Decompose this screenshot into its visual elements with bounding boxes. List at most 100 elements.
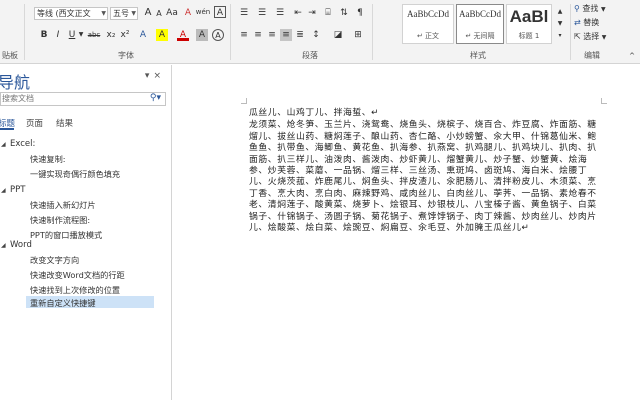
nav-pane-controls: ▾× [145,71,165,81]
replace-button[interactable]: ⇄ 替换 [574,17,599,28]
chevron-down-icon: ▼ [601,34,607,41]
styles-more-icon[interactable]: ▾ [554,30,566,42]
select-label: 选择 [583,32,600,41]
chevron-down-icon: ▼ [101,10,106,17]
subscript-button[interactable]: x₂ [105,29,117,41]
nav-title: 导航 [0,75,31,92]
decrease-indent-icon[interactable]: ⇤ [292,7,304,19]
crop-mark [241,98,247,104]
group-separator [24,4,25,60]
change-case-button[interactable]: Aa [164,7,180,19]
sort-icon[interactable]: ⇅ [338,7,350,19]
heading-excel[interactable]: Excel: [10,139,35,149]
search-input[interactable]: 搜索文档 ⚲▾ [0,92,166,106]
superscript-button[interactable]: x² [119,29,131,41]
style-normal[interactable]: AaBbCcDd ↵ 正文 [402,4,454,44]
search-icon[interactable]: ⚲▾ [150,92,161,104]
collapse-ribbon-icon[interactable]: ^ [626,50,638,62]
style-name: ↵ 无间隔 [465,32,495,40]
clipboard-group-label: 贴板 [2,51,18,60]
collapse-triangle-icon[interactable]: ◢ [1,242,6,249]
strikethrough-button[interactable]: abc [86,29,102,41]
font-size-value: 五号 [113,9,129,18]
clear-format-button[interactable]: A [182,7,194,19]
heading-item-selected[interactable]: 重新自定义快捷键 [30,297,96,309]
editing-group-label: 编辑 [584,51,600,60]
ribbon: 贴板 等线 (西文正文 ▼ 五号 ▼ A A Aa A wén A B I U … [0,0,640,64]
borders-icon[interactable]: ⊞ [352,29,364,41]
justify-icon[interactable]: ≡ [280,29,292,41]
tab-pages[interactable]: 页面 [26,117,43,129]
style-sample: AaBbCcDd [407,9,449,19]
active-tab-underline [0,128,14,130]
group-separator [372,4,373,60]
style-name: 标题 1 [518,32,540,40]
styles-scroll-down-icon[interactable]: ▼ [554,18,566,30]
collapse-triangle-icon[interactable]: ◢ [1,141,6,148]
align-center-icon[interactable]: ≡ [252,29,264,41]
style-name: ↵ 正文 [416,32,440,40]
chinese-layout-icon[interactable]: ⌸ [322,7,334,19]
distribute-icon[interactable]: ≣ [294,29,306,41]
heading-ppt[interactable]: PPT [10,185,25,195]
find-label: 查找 [582,4,599,13]
style-no-spacing[interactable]: AaBbCcDd ↵ 无间隔 [456,4,504,44]
enclose-char-button[interactable]: A [212,29,224,41]
phonetic-guide-button[interactable]: wén [195,6,211,18]
font-name-value: 等线 (西文正文 [37,9,91,18]
collapse-triangle-icon[interactable]: ◢ [1,187,6,194]
char-shading-button[interactable]: A [196,29,208,41]
group-separator [570,4,571,60]
heading-item[interactable]: 改变文字方向 [30,254,79,266]
bullets-icon[interactable]: ☰ [238,7,250,19]
document-area[interactable]: 瓜丝儿、山鸡丁儿、拌海蜇、↵ 龙须菜、炝冬笋、玉兰片、浇鸳鸯、烧鱼头、烧槟子、烧… [173,65,640,400]
heading-item[interactable]: 快速改变Word文档的行距 [30,269,125,281]
close-icon[interactable]: × [153,71,165,81]
chevron-down-icon: ▼ [131,10,136,17]
select-button[interactable]: ⇱ 选择 ▼ [574,31,606,42]
align-left-icon[interactable]: ≡ [238,29,250,41]
style-sample: AaBl [509,7,549,26]
navigation-pane: 导航 ▾× 搜索文档 ⚲▾ 标题 页面 结果 ◢ Excel: 快速复制: 一键… [0,65,172,400]
font-color-button[interactable]: A [177,29,189,41]
tab-results[interactable]: 结果 [56,117,73,129]
document-paragraph-1[interactable]: 瓜丝儿、山鸡丁儿、拌海蜇、↵ [249,108,601,119]
font-size-combo[interactable]: 五号 ▼ [110,7,138,20]
heading-item[interactable]: PPT的窗口播放模式 [30,229,102,241]
show-marks-icon[interactable]: ¶ [354,7,366,19]
heading-word[interactable]: Word [10,240,32,250]
replace-label: 替换 [583,18,600,27]
document-page[interactable]: 瓜丝儿、山鸡丁儿、拌海蜇、↵ 龙须菜、炝冬笋、玉兰片、浇鸳鸯、烧鱼头、烧槟子、烧… [173,65,640,400]
document-paragraph-2[interactable]: 龙须菜、炝冬笋、玉兰片、浇鸳鸯、烧鱼头、烧槟子、烧百合、炸豆腐、炸面筋、糖熘儿、… [249,120,601,234]
replace-icon: ⇄ [574,18,581,27]
cursor-icon: ⇱ [574,32,581,41]
paragraph-group-label: 段落 [302,51,318,60]
heading-item[interactable]: 快速找到上次修改的位置 [30,284,120,296]
heading-item[interactable]: 快速插入新幻灯片 [30,199,96,211]
style-heading-1[interactable]: AaBl 标题 1 [506,4,552,44]
find-button[interactable]: ⚲ 查找 ▼ [574,3,606,14]
numbering-icon[interactable]: ☰ [256,7,268,19]
align-right-icon[interactable]: ≡ [266,29,278,41]
styles-group-label: 样式 [470,51,486,60]
heading-item[interactable]: 一键实现奇偶行颜色填充 [30,168,120,180]
increase-indent-icon[interactable]: ⇥ [306,7,318,19]
line-spacing-icon[interactable]: ↕ [310,29,322,41]
shading-icon[interactable]: ◪ [332,29,344,41]
group-separator [230,4,231,60]
chevron-down-icon: ▼ [600,6,606,13]
multilevel-list-icon[interactable]: ☰ [274,7,286,19]
search-placeholder: 搜索文档 [2,94,34,103]
font-name-combo[interactable]: 等线 (西文正文 ▼ [34,7,108,20]
styles-scroll-up-icon[interactable]: ▲ [554,6,566,18]
heading-item[interactable]: 快速制作流程图: [30,214,90,226]
char-border-button[interactable]: A [214,6,226,18]
heading-item[interactable]: 快速复制: [30,153,66,165]
search-icon: ⚲ [574,4,580,13]
text-effects-button[interactable]: A [137,29,149,41]
highlight-button[interactable]: A [156,29,168,41]
bold-button[interactable]: B [38,29,50,41]
style-sample: AaBbCcDd [459,9,501,19]
crop-mark [601,98,607,104]
italic-button[interactable]: I [52,29,64,41]
